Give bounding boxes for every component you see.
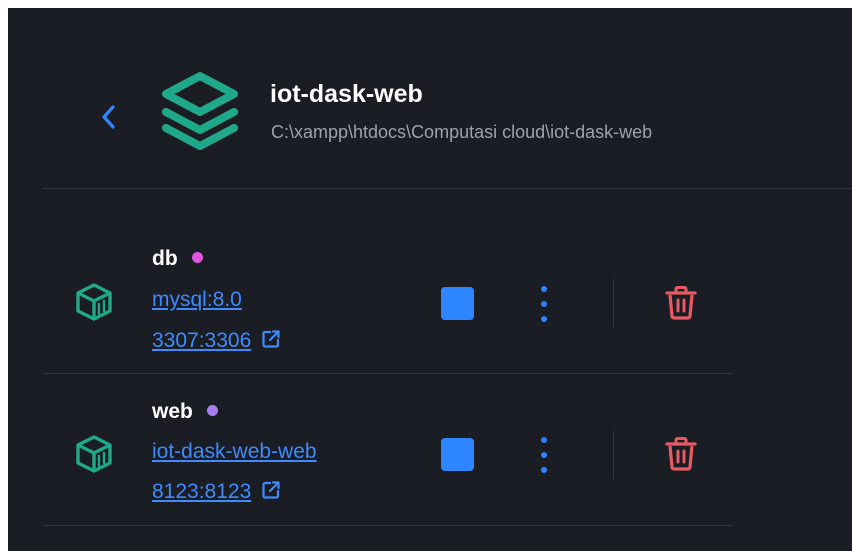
dot bbox=[541, 286, 547, 292]
header-divider bbox=[42, 188, 852, 189]
container-name: web bbox=[152, 400, 218, 424]
dot bbox=[541, 316, 547, 322]
trash-icon bbox=[665, 286, 697, 320]
delete-button[interactable] bbox=[664, 285, 698, 321]
delete-button[interactable] bbox=[664, 436, 698, 472]
port-link[interactable]: 8123:8123 bbox=[152, 480, 281, 504]
stop-button[interactable] bbox=[441, 438, 474, 471]
chevron-left-icon bbox=[102, 105, 115, 129]
container-name-label: web bbox=[152, 400, 193, 423]
image-link[interactable]: iot-dask-web-web bbox=[152, 440, 317, 464]
row-divider bbox=[42, 373, 734, 374]
more-options-button[interactable] bbox=[534, 286, 554, 322]
status-dot bbox=[206, 404, 218, 416]
action-separator bbox=[613, 431, 614, 479]
project-title: iot-dask-web bbox=[270, 80, 423, 108]
port-label: 3307:3306 bbox=[152, 329, 252, 352]
trash-icon bbox=[665, 437, 697, 471]
dot bbox=[541, 437, 547, 443]
stop-button[interactable] bbox=[441, 287, 474, 320]
project-path: C:\xampp\htdocs\Computasi cloud\iot-dask… bbox=[271, 122, 653, 142]
action-separator bbox=[613, 279, 614, 327]
external-link-icon bbox=[262, 330, 280, 349]
container-row-db: db mysql:8.0 3307:3306 bbox=[8, 223, 852, 373]
port-link[interactable]: 3307:3306 bbox=[152, 329, 281, 353]
external-link-icon bbox=[262, 481, 280, 500]
row-divider bbox=[42, 525, 734, 526]
container-cube-icon bbox=[76, 435, 112, 473]
container-name-label: db bbox=[152, 247, 178, 270]
layers-stack-icon bbox=[162, 72, 238, 150]
dot bbox=[541, 467, 547, 473]
image-link[interactable]: mysql:8.0 bbox=[152, 288, 242, 312]
container-cube-icon bbox=[76, 283, 112, 321]
port-label: 8123:8123 bbox=[152, 480, 252, 503]
dot bbox=[541, 301, 547, 307]
back-button[interactable] bbox=[94, 100, 124, 134]
container-detail-view: iot-dask-web C:\xampp\htdocs\Computasi c… bbox=[8, 8, 852, 551]
dot bbox=[541, 452, 547, 458]
more-options-button[interactable] bbox=[534, 437, 554, 473]
container-name: db bbox=[152, 247, 203, 271]
container-row-web: web iot-dask-web-web 8123:8123 bbox=[8, 376, 852, 526]
status-dot bbox=[191, 251, 203, 263]
